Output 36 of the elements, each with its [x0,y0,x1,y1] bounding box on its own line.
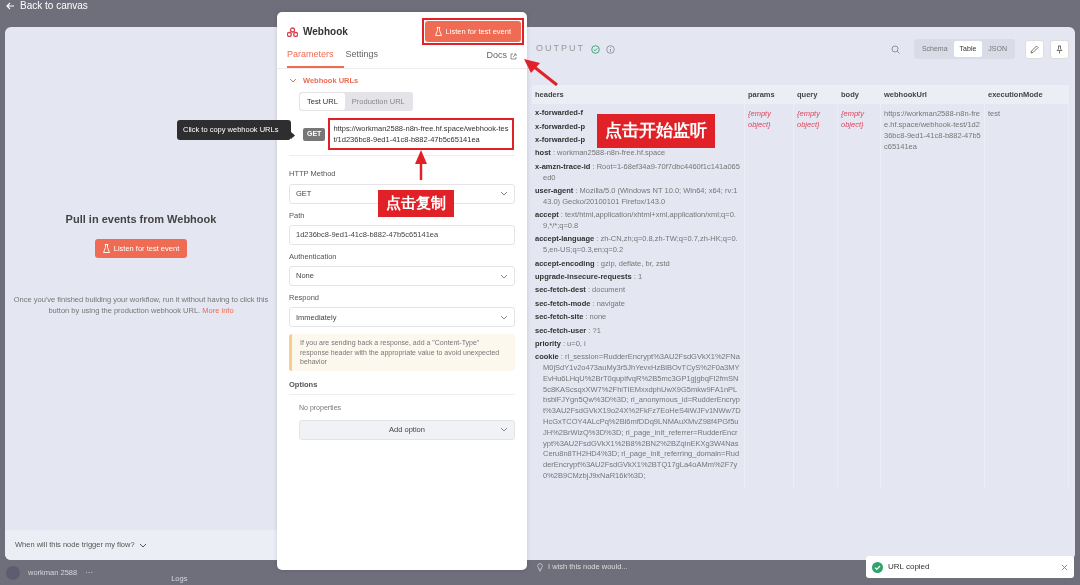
more-button[interactable]: ··· [85,566,94,579]
flask-icon [102,244,110,254]
chevron-down-icon [138,542,147,548]
toast-message: URL copied [888,561,930,573]
pin-button[interactable] [1050,39,1069,59]
back-to-canvas-link[interactable]: Back to canvas [6,0,88,12]
input-title: Pull in events from Webhook [65,211,217,227]
webhook-icon [287,26,298,37]
flask-icon [434,27,442,37]
check-circle-icon [872,561,883,573]
pencil-icon [1030,44,1039,54]
chevron-down-icon [289,77,297,83]
info-icon [606,44,615,54]
external-link-icon [510,52,517,60]
arrow-left-icon [6,2,15,10]
docs-link[interactable]: Docs [486,49,517,68]
search-icon [890,44,900,54]
check-circle-icon [591,44,600,54]
chevron-down-icon [500,191,508,196]
edit-button[interactable] [1025,39,1044,59]
close-icon [1061,563,1068,571]
close-button[interactable] [1061,563,1068,571]
callout-arrow [523,58,559,86]
callout-arrow [415,150,427,181]
tooltip-arrow [291,132,295,139]
chevron-down-icon [500,426,508,432]
chevron-down-icon [500,273,508,279]
panel-tab[interactable]: Settings [345,46,389,68]
lightbulb-icon [537,562,543,572]
callout-label: 点击复制 [378,190,454,217]
pin-icon [1055,44,1064,54]
callout-label: 点击开始监听 [597,114,715,148]
panel-tab[interactable]: Parameters [287,46,344,68]
chevron-down-icon [500,314,508,320]
output-title: OUTPUT [536,42,585,56]
node-title: Webhook [303,25,348,40]
